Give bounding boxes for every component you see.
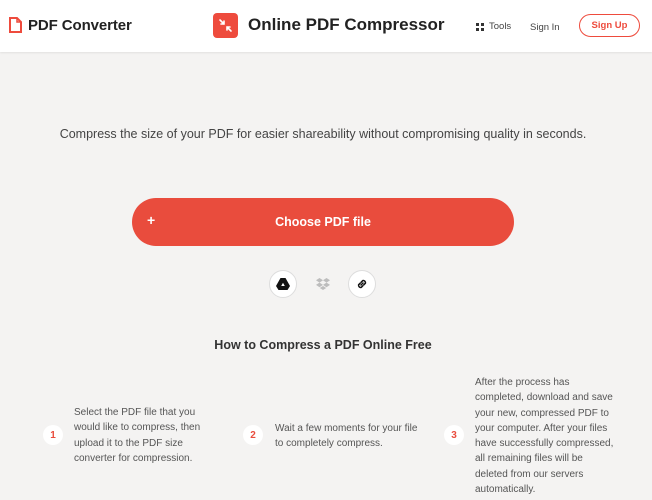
link-icon (357, 279, 367, 289)
page-title-text: Online PDF Compressor (248, 15, 445, 34)
step-3-number: 3 (444, 425, 464, 445)
dropbox-icon (316, 277, 330, 290)
google-drive-button[interactable] (269, 270, 297, 298)
google-drive-icon (276, 278, 290, 290)
tools-label: Tools (489, 21, 512, 32)
sign-up-button[interactable]: Sign Up (579, 14, 640, 37)
how-to-title: How to Compress a PDF Online Free (214, 338, 432, 352)
sign-in-link[interactable]: Sign In (530, 22, 560, 33)
pdf-logo-icon (9, 17, 22, 33)
grid-icon (476, 22, 484, 31)
dropbox-button[interactable] (309, 270, 337, 298)
brand-name: PDF Converter (28, 16, 132, 34)
plus-icon: + (147, 212, 156, 228)
header: PDF Converter Online PDF Compressor Tool… (0, 0, 652, 52)
step-1-text: Select the PDF file that you would like … (74, 407, 201, 464)
brand-logo-link[interactable]: PDF Converter (8, 15, 132, 35)
step-3-text: After the process has completed, downloa… (475, 377, 614, 496)
step-2-text: Wait a few moments for your file to comp… (275, 423, 418, 450)
step-2-number: 2 (243, 425, 263, 445)
page-title: Online PDF Compressor (213, 12, 444, 38)
url-link-button[interactable] (348, 270, 376, 298)
page: PDF Converter Online PDF Compressor Tool… (0, 0, 652, 500)
tools-menu[interactable]: Tools (476, 21, 511, 32)
compress-icon (213, 12, 238, 38)
page-subtitle: Compress the size of your PDF for easier… (59, 127, 587, 141)
step-1-number: 1 (43, 425, 63, 445)
choose-pdf-label: Choose PDF file (275, 215, 371, 229)
choose-pdf-button[interactable]: + Choose PDF file (132, 198, 514, 246)
